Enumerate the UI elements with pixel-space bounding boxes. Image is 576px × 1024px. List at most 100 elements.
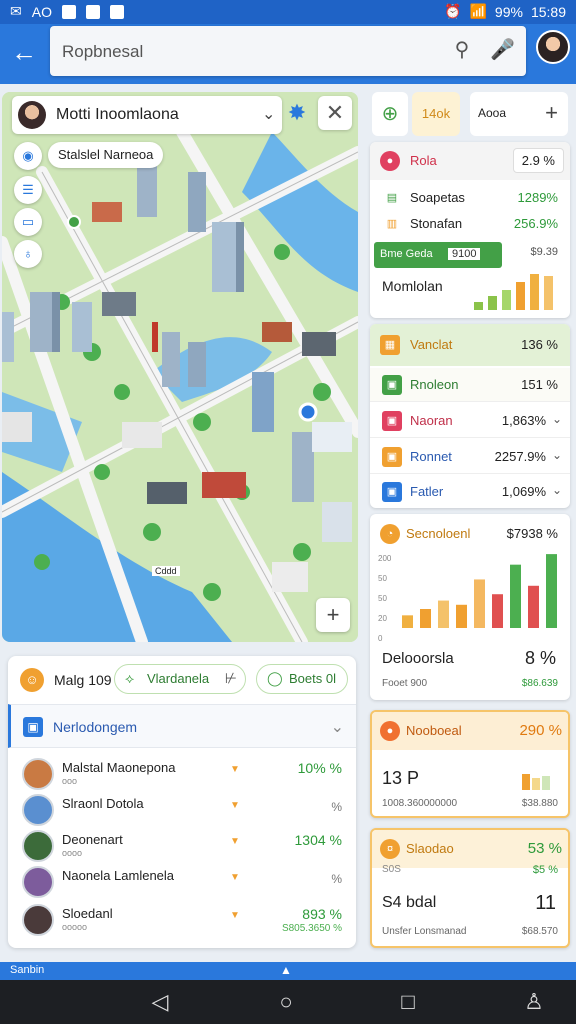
stat-label: Soapetas <box>410 190 465 205</box>
plus-icon: + <box>545 100 558 125</box>
chat-icon[interactable]: ▭ <box>14 208 42 236</box>
mini-bar <box>516 282 525 310</box>
chevron-down-icon[interactable]: ⌄ <box>552 448 562 462</box>
badge-star-icon[interactable]: ✸ <box>284 100 310 126</box>
y-tick-label: 50 <box>378 594 387 603</box>
section-header[interactable]: ▣ Nerlodongem ⌄ <box>8 704 356 748</box>
recents-icon[interactable]: □ <box>394 988 422 1016</box>
category-icon: ▣ <box>382 375 402 395</box>
list-item-name: Deonenart <box>62 832 123 847</box>
list-item-name: Slraonl Dotola <box>62 796 144 811</box>
category-row[interactable]: ▣ Naoran 1,863% ⌄ <box>370 404 570 438</box>
card-header: ¤ Slaodao 53 % <box>372 830 568 868</box>
footer-label: Fooet 900 <box>382 678 428 689</box>
chart-bar <box>528 585 539 628</box>
filter-pill[interactable]: ⟡ Vlardanela ⊬ <box>114 664 246 694</box>
avatar <box>22 830 54 862</box>
battery-text: 99% <box>494 3 523 20</box>
category-value: 1,863% <box>501 413 546 428</box>
filter-pill-label: Vlardanela <box>147 671 210 686</box>
chart-bar <box>492 594 503 628</box>
avatar[interactable] <box>536 30 570 64</box>
chart-bar <box>402 615 413 628</box>
system-nav-bar: ◁ ○ □ ♙ <box>0 980 576 1024</box>
category-icon: ▣ <box>382 447 402 467</box>
list-icon[interactable]: ☰ <box>14 176 42 204</box>
category-value: 2257.9% <box>494 449 546 464</box>
back-icon[interactable]: ◁ <box>146 988 174 1016</box>
record-icon: ● <box>380 721 400 741</box>
section-title: Nerlodongem <box>53 719 138 735</box>
score-card: ● Nooboeal 290 % 13 P 1008.360000000 $38… <box>370 710 570 818</box>
big-value: 11 <box>535 892 556 914</box>
y-tick-label: 50 <box>378 574 387 583</box>
category-row[interactable]: ▣ Ronnet 2257.9% ⌄ <box>370 440 570 474</box>
chevron-down-icon[interactable]: ⌄ <box>331 717 344 737</box>
metric-value: 8 % <box>524 648 556 668</box>
back-arrow-icon[interactable]: ← <box>10 38 38 66</box>
chevron-down-icon[interactable]: ⌄ <box>262 104 275 124</box>
list-item-name: Malstal Maonepona <box>62 760 176 775</box>
category-card: ▦ Vanclat 136 % ▣ Rnoleon 151 % ▣ Naoran… <box>370 324 570 508</box>
home-icon[interactable]: ○ <box>272 988 300 1016</box>
search-input[interactable]: Ropbnesal <box>62 42 143 62</box>
add-button[interactable]: Aooa + <box>470 92 568 136</box>
close-button[interactable]: ✕ <box>318 96 352 130</box>
status-left-text: AO <box>31 3 52 20</box>
layers-icon[interactable]: ◉ <box>14 142 42 170</box>
search-bar[interactable]: Ropbnesal ⚲ 🎤 <box>50 26 526 76</box>
top-app-bar: ← Ropbnesal ⚲ 🎤 <box>0 24 576 84</box>
trend-icon: ▼ <box>230 764 240 775</box>
category-row[interactable]: ▣ Fatler 1,069% ⌄ <box>370 476 570 508</box>
chart-bar <box>438 600 449 628</box>
chevron-down-icon[interactable]: ⌄ <box>552 412 562 426</box>
header-chip[interactable]: 14ok <box>412 92 460 136</box>
search-icon[interactable]: ⚲ <box>450 38 474 62</box>
bottom-sheet-handle[interactable]: Sanbin ▲ <box>0 962 576 980</box>
account-icon[interactable]: ♙ <box>520 988 548 1016</box>
status-pill-label: Boets 0l <box>289 671 336 686</box>
bar-chart <box>402 554 557 628</box>
chart-icon: ▦ <box>380 335 400 355</box>
clock: 15:89 <box>530 3 566 20</box>
list-item-subvalue: S805.3650 % <box>281 923 342 934</box>
chart-icon: ◔ <box>380 524 400 544</box>
avatar[interactable] <box>18 101 46 129</box>
category-row[interactable]: ▣ Rnoleon 151 % <box>370 368 570 402</box>
card-title-value: 53 % <box>527 840 562 857</box>
trend-icon: ▼ <box>230 800 240 811</box>
location-icon[interactable]: ♁ <box>14 240 42 268</box>
footer-label: 1008.360000000 <box>382 798 458 809</box>
card-header: ▦ Vanclat 136 % <box>370 324 570 366</box>
zoom-in-button[interactable]: + <box>316 598 350 632</box>
category-value: 1,069% <box>501 484 546 499</box>
list-item[interactable]: Sloedanl ooooo ▼ 893 % S805.3650 % <box>8 902 356 938</box>
avatar <box>22 794 54 826</box>
card-header: ● Rola 2.9 % <box>370 142 570 180</box>
card-title: Nooboeal <box>406 723 462 738</box>
card-title: Slaodao <box>406 841 454 856</box>
chevron-down-icon[interactable]: ⌄ <box>552 483 562 497</box>
search-icon[interactable]: ⊕ <box>372 92 408 136</box>
avatar <box>22 904 54 936</box>
sub-label: S0S <box>382 864 401 875</box>
microphone-icon[interactable]: 🎤 <box>490 38 515 62</box>
list-item[interactable]: Slraonl Dotola ▼ % <box>8 792 356 828</box>
stat-label: Stonafan <box>410 216 463 231</box>
list-item[interactable]: Deonenart oooo ▼ 1304 % <box>8 828 356 864</box>
trend-icon: ▼ <box>230 836 240 847</box>
mini-bar-chart <box>474 274 553 310</box>
card-title-value: 2.9 % <box>512 148 564 173</box>
list-item[interactable]: Malstal Maonepona ooo ▼ 10% % <box>8 756 356 792</box>
status-pill[interactable]: ◯ Boets 0l <box>256 664 348 694</box>
city-map[interactable]: Motti Inoomlaona ⌄ ✸ ✕ ◉ ☰ ▭ ♁ Stalslel … <box>2 92 358 642</box>
edit-icon[interactable]: ⊬ <box>225 665 237 692</box>
list-item[interactable]: Naonela Lamlenela ▼ % <box>8 864 356 900</box>
chevron-up-icon[interactable]: ▲ <box>280 963 292 977</box>
category-label: Fatler <box>410 484 444 499</box>
map-location-chip[interactable]: Stalslel Narneoa <box>48 142 164 168</box>
map-illustration <box>2 92 358 642</box>
right-header: ⊕ 14ok Aooa + <box>370 92 570 138</box>
list-item-name: Naonela Lamlenela <box>62 868 175 883</box>
progress-badge: Bme Geda 9100 <box>374 242 502 268</box>
